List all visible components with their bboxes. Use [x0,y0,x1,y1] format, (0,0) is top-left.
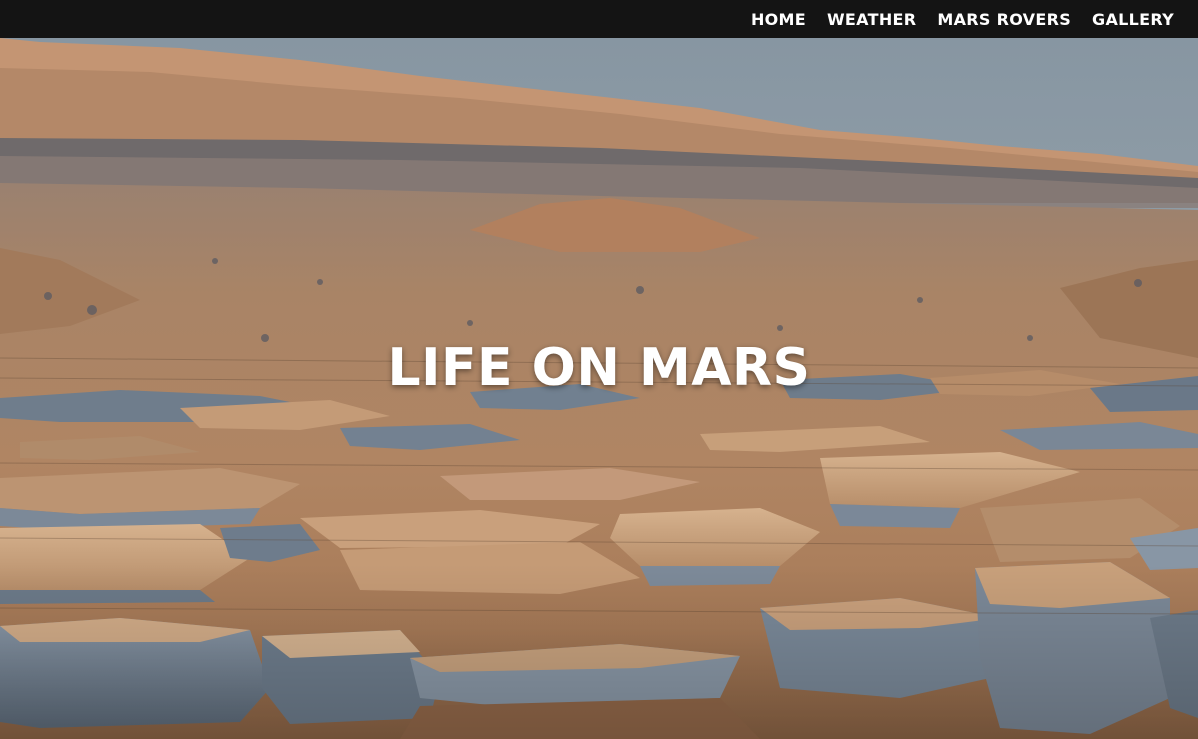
nav-item-mars-rovers: MARS ROVERS [937,10,1071,29]
hero-title: LIFE ON MARS [387,338,811,398]
nav-item-gallery: GALLERY [1092,10,1174,29]
main-nav: HOME WEATHER MARS ROVERS GALLERY [751,0,1174,38]
top-navbar: HOME WEATHER MARS ROVERS GALLERY [0,0,1198,38]
nav-link-gallery[interactable]: GALLERY [1092,10,1174,29]
nav-link-home[interactable]: HOME [751,10,806,29]
nav-item-home: HOME [751,10,806,29]
hero-section: LIFE ON MARS [0,38,1198,739]
nav-item-weather: WEATHER [827,10,916,29]
nav-link-mars-rovers[interactable]: MARS ROVERS [937,10,1071,29]
nav-link-weather[interactable]: WEATHER [827,10,916,29]
